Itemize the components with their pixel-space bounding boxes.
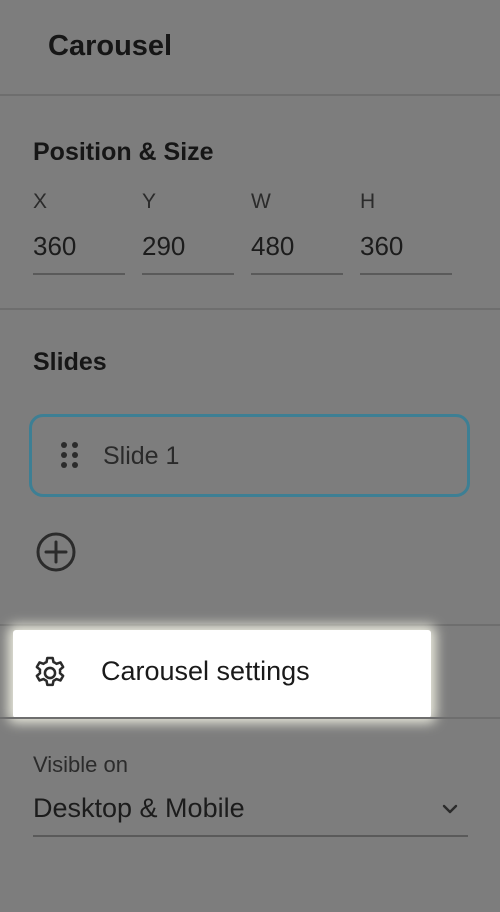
slides-title: Slides bbox=[33, 348, 107, 376]
y-underline bbox=[142, 273, 234, 275]
drag-handle-icon[interactable] bbox=[61, 442, 79, 468]
divider bbox=[0, 717, 500, 719]
carousel-properties-panel: Carousel Position & Size X 360 Y 290 W 4… bbox=[0, 0, 500, 912]
visible-on-value: Desktop & Mobile bbox=[33, 793, 245, 823]
add-slide-button[interactable] bbox=[35, 531, 77, 573]
w-input[interactable]: 480 bbox=[251, 230, 294, 262]
x-label: X bbox=[33, 190, 48, 213]
carousel-settings-label: Carousel settings bbox=[101, 656, 310, 686]
w-label: W bbox=[251, 190, 271, 213]
visible-on-select[interactable]: Desktop & Mobile bbox=[33, 787, 468, 837]
slides-section: Slides Slide 1 bbox=[0, 310, 500, 626]
carousel-settings-button[interactable]: Carousel settings bbox=[13, 630, 431, 718]
panel-title: Carousel bbox=[48, 30, 173, 62]
slide-label: Slide 1 bbox=[103, 442, 180, 470]
w-field[interactable]: W 480 bbox=[251, 188, 343, 276]
plus-circle-icon bbox=[36, 532, 76, 572]
position-size-title: Position & Size bbox=[33, 138, 214, 166]
y-label: Y bbox=[142, 190, 157, 213]
slide-item[interactable]: Slide 1 bbox=[29, 414, 470, 497]
x-input[interactable]: 360 bbox=[33, 230, 76, 262]
h-field[interactable]: H 360 bbox=[360, 188, 452, 276]
x-field[interactable]: X 360 bbox=[33, 188, 125, 276]
position-size-section: Position & Size X 360 Y 290 W 480 H 360 bbox=[0, 96, 500, 310]
h-input[interactable]: 360 bbox=[360, 230, 403, 262]
panel-header: Carousel bbox=[0, 0, 500, 96]
h-label: H bbox=[360, 190, 376, 213]
y-input[interactable]: 290 bbox=[142, 230, 185, 262]
x-underline bbox=[33, 273, 125, 275]
chevron-down-icon bbox=[442, 804, 458, 814]
w-underline bbox=[251, 273, 343, 275]
gear-icon bbox=[35, 656, 65, 687]
h-underline bbox=[360, 273, 452, 275]
y-field[interactable]: Y 290 bbox=[142, 188, 234, 276]
visible-on-label: Visible on bbox=[33, 752, 128, 777]
